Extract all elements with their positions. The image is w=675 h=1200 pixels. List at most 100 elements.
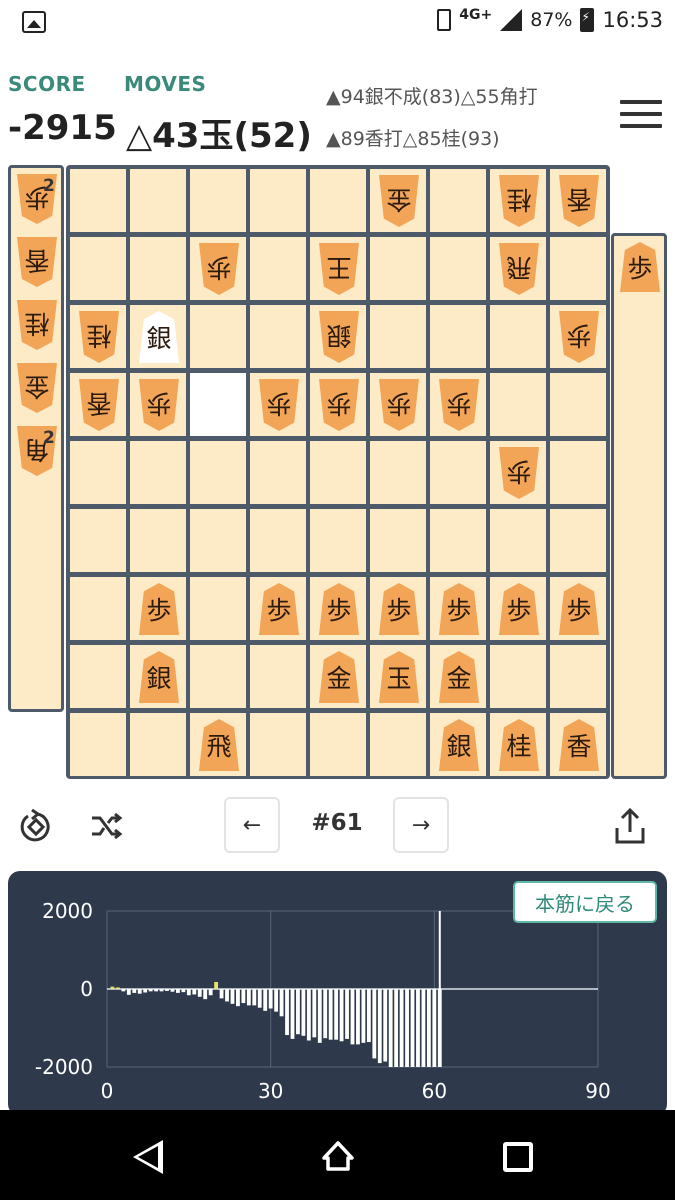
board-square[interactable]: 歩	[310, 373, 366, 436]
recent-apps-icon[interactable]	[503, 1142, 533, 1172]
board-square[interactable]: 銀	[430, 713, 486, 776]
sente-hand-piece[interactable]: 歩	[620, 242, 660, 292]
gote-piece[interactable]: 歩	[139, 379, 179, 431]
board-square[interactable]	[130, 713, 186, 776]
home-icon[interactable]	[320, 1138, 356, 1174]
board-square[interactable]	[550, 441, 606, 504]
next-move-button[interactable]: →	[393, 797, 449, 853]
board-square[interactable]	[490, 509, 546, 572]
gote-piece[interactable]: 歩	[319, 379, 359, 431]
board-square[interactable]	[370, 713, 426, 776]
gote-piece[interactable]: 銀	[319, 311, 359, 363]
board-square[interactable]: 銀	[310, 305, 366, 368]
board-square[interactable]: 飛	[190, 713, 246, 776]
board-square[interactable]	[490, 645, 546, 708]
board-square[interactable]: 桂	[490, 713, 546, 776]
board-square[interactable]: 歩	[370, 373, 426, 436]
gote-piece[interactable]: 金	[379, 175, 419, 227]
shogi-board[interactable]: 金桂香歩王飛桂銀銀歩香歩歩歩歩歩歩歩歩歩歩歩歩歩銀金玉金飛銀桂香	[66, 165, 610, 779]
board-square[interactable]: 香	[550, 169, 606, 232]
sente-piece[interactable]: 銀	[439, 719, 479, 771]
return-to-main-line-button[interactable]: 本筋に戻る	[513, 881, 657, 923]
board-square[interactable]	[550, 645, 606, 708]
board-square[interactable]	[130, 441, 186, 504]
board-square[interactable]	[430, 509, 486, 572]
sente-piece[interactable]: 金	[319, 651, 359, 703]
board-square[interactable]	[130, 169, 186, 232]
board-square[interactable]: 桂	[490, 169, 546, 232]
board-square[interactable]	[190, 577, 246, 640]
board-square[interactable]	[190, 305, 246, 368]
gote-hand-piece[interactable]: 香	[17, 237, 57, 287]
board-square[interactable]	[130, 509, 186, 572]
sente-piece[interactable]: 銀	[139, 311, 179, 363]
gote-piece[interactable]: 歩	[499, 447, 539, 499]
board-square[interactable]	[490, 373, 546, 436]
gote-piece[interactable]: 飛	[499, 243, 539, 295]
board-square[interactable]: 歩	[130, 577, 186, 640]
board-square[interactable]	[70, 509, 126, 572]
sente-piece[interactable]: 桂	[499, 719, 539, 771]
gote-hand-piece[interactable]: 桂	[17, 300, 57, 350]
board-square[interactable]: 銀	[130, 645, 186, 708]
board-square[interactable]: 歩	[550, 577, 606, 640]
share-icon[interactable]	[612, 806, 648, 853]
back-icon[interactable]	[133, 1140, 163, 1174]
board-square[interactable]: 金	[370, 169, 426, 232]
board-square[interactable]	[70, 713, 126, 776]
board-square[interactable]	[250, 237, 306, 300]
board-square[interactable]	[190, 373, 246, 436]
board-square[interactable]	[70, 577, 126, 640]
board-square[interactable]	[550, 509, 606, 572]
board-square[interactable]	[70, 169, 126, 232]
board-square[interactable]	[430, 441, 486, 504]
board-square[interactable]	[250, 305, 306, 368]
board-square[interactable]: 王	[310, 237, 366, 300]
board-square[interactable]	[70, 645, 126, 708]
board-square[interactable]: 歩	[130, 373, 186, 436]
board-square[interactable]	[430, 169, 486, 232]
board-square[interactable]	[370, 509, 426, 572]
sente-piece[interactable]: 銀	[139, 651, 179, 703]
gote-piece[interactable]: 歩	[199, 243, 239, 295]
prev-move-button[interactable]: ←	[224, 797, 280, 853]
gote-piece[interactable]: 歩	[379, 379, 419, 431]
board-square[interactable]	[430, 237, 486, 300]
board-square[interactable]: 金	[430, 645, 486, 708]
rotate-board-icon[interactable]	[18, 808, 56, 853]
board-square[interactable]: 玉	[370, 645, 426, 708]
gote-piece[interactable]: 王	[319, 243, 359, 295]
board-square[interactable]	[310, 713, 366, 776]
gote-hand-piece[interactable]: 金	[17, 363, 57, 413]
shuffle-icon[interactable]	[88, 808, 124, 851]
board-square[interactable]	[490, 305, 546, 368]
board-square[interactable]: 歩	[430, 373, 486, 436]
board-square[interactable]: 桂	[70, 305, 126, 368]
board-square[interactable]	[250, 441, 306, 504]
board-square[interactable]	[190, 645, 246, 708]
board-square[interactable]: 香	[70, 373, 126, 436]
board-square[interactable]	[550, 237, 606, 300]
board-square[interactable]: 歩	[250, 373, 306, 436]
board-square[interactable]	[250, 169, 306, 232]
board-square[interactable]: 歩	[490, 577, 546, 640]
sente-piece[interactable]: 玉	[379, 651, 419, 703]
board-square[interactable]: 銀	[130, 305, 186, 368]
board-square[interactable]: 飛	[490, 237, 546, 300]
board-square[interactable]	[190, 441, 246, 504]
gote-piece[interactable]: 歩	[259, 379, 299, 431]
sente-piece[interactable]: 歩	[499, 583, 539, 635]
gote-piece[interactable]: 桂	[499, 175, 539, 227]
board-square[interactable]	[430, 305, 486, 368]
sente-piece[interactable]: 歩	[379, 583, 419, 635]
sente-piece[interactable]: 歩	[259, 583, 299, 635]
gote-piece[interactable]: 桂	[79, 311, 119, 363]
board-square[interactable]	[250, 509, 306, 572]
board-square[interactable]	[550, 373, 606, 436]
board-square[interactable]	[250, 713, 306, 776]
board-square[interactable]: 香	[550, 713, 606, 776]
board-square[interactable]: 歩	[550, 305, 606, 368]
gote-piece[interactable]: 香	[79, 379, 119, 431]
board-square[interactable]: 歩	[250, 577, 306, 640]
board-square[interactable]	[310, 509, 366, 572]
